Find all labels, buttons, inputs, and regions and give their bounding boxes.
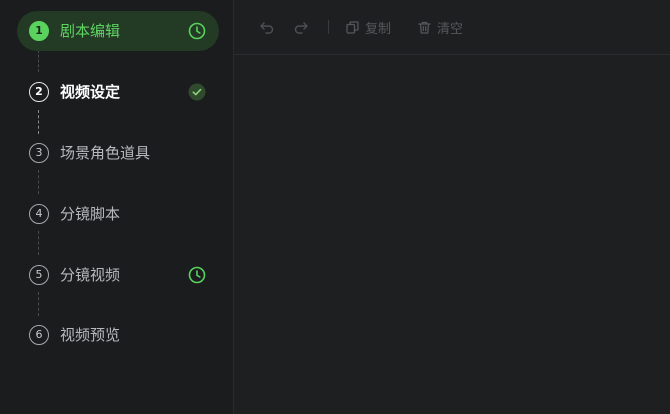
step-number: 5 [29, 265, 49, 285]
copy-label: 复制 [365, 21, 392, 37]
step-label: 视频设定 [60, 83, 121, 101]
step-item-storyboard-script[interactable]: 4 分镜脚本 [17, 194, 219, 234]
step-number: 6 [29, 325, 49, 345]
clear-button[interactable]: 清空 [417, 18, 463, 37]
clock-icon [187, 265, 207, 285]
step-item-storyboard-video[interactable]: 5 分镜视频 [17, 255, 219, 295]
trash-icon [418, 21, 431, 34]
toolbar-divider [328, 20, 329, 34]
step-label: 场景角色道具 [60, 144, 151, 162]
step-connector [38, 231, 39, 255]
clock-icon [187, 21, 207, 41]
step-item-scene-role-props[interactable]: 3 场景角色道具 [17, 133, 219, 173]
step-connector [38, 170, 39, 194]
steps-sidebar: 1 剧本编辑 2 视频设定 3 场景角色道具 4 分镜脚本 5 分镜视频 6 视… [0, 0, 234, 414]
step-label: 分镜视频 [60, 266, 121, 284]
app-window: 1 剧本编辑 2 视频设定 3 场景角色道具 4 分镜脚本 5 分镜视频 6 视… [0, 0, 670, 414]
copy-button[interactable]: 复制 [345, 18, 391, 37]
step-item-video-settings[interactable]: 2 视频设定 [17, 72, 219, 112]
step-label: 剧本编辑 [60, 22, 121, 40]
redo-icon[interactable] [292, 18, 310, 36]
editor-toolbar: 复制 清空 [234, 0, 670, 55]
editor-area: 复制 清空 [234, 0, 670, 414]
step-number: 3 [29, 143, 49, 163]
undo-icon[interactable] [258, 18, 276, 36]
step-connector [38, 292, 39, 316]
step-connector [38, 50, 39, 72]
step-connector [38, 110, 39, 134]
clear-label: 清空 [437, 21, 464, 37]
step-number: 4 [29, 204, 49, 224]
check-circle-icon [187, 82, 207, 102]
step-number: 1 [29, 21, 49, 41]
step-label: 视频预览 [60, 326, 121, 344]
step-label: 分镜脚本 [60, 205, 121, 223]
step-number: 2 [29, 82, 49, 102]
step-item-video-preview[interactable]: 6 视频预览 [17, 315, 219, 355]
copy-icon [346, 20, 359, 34]
step-item-script-edit[interactable]: 1 剧本编辑 [17, 11, 219, 51]
